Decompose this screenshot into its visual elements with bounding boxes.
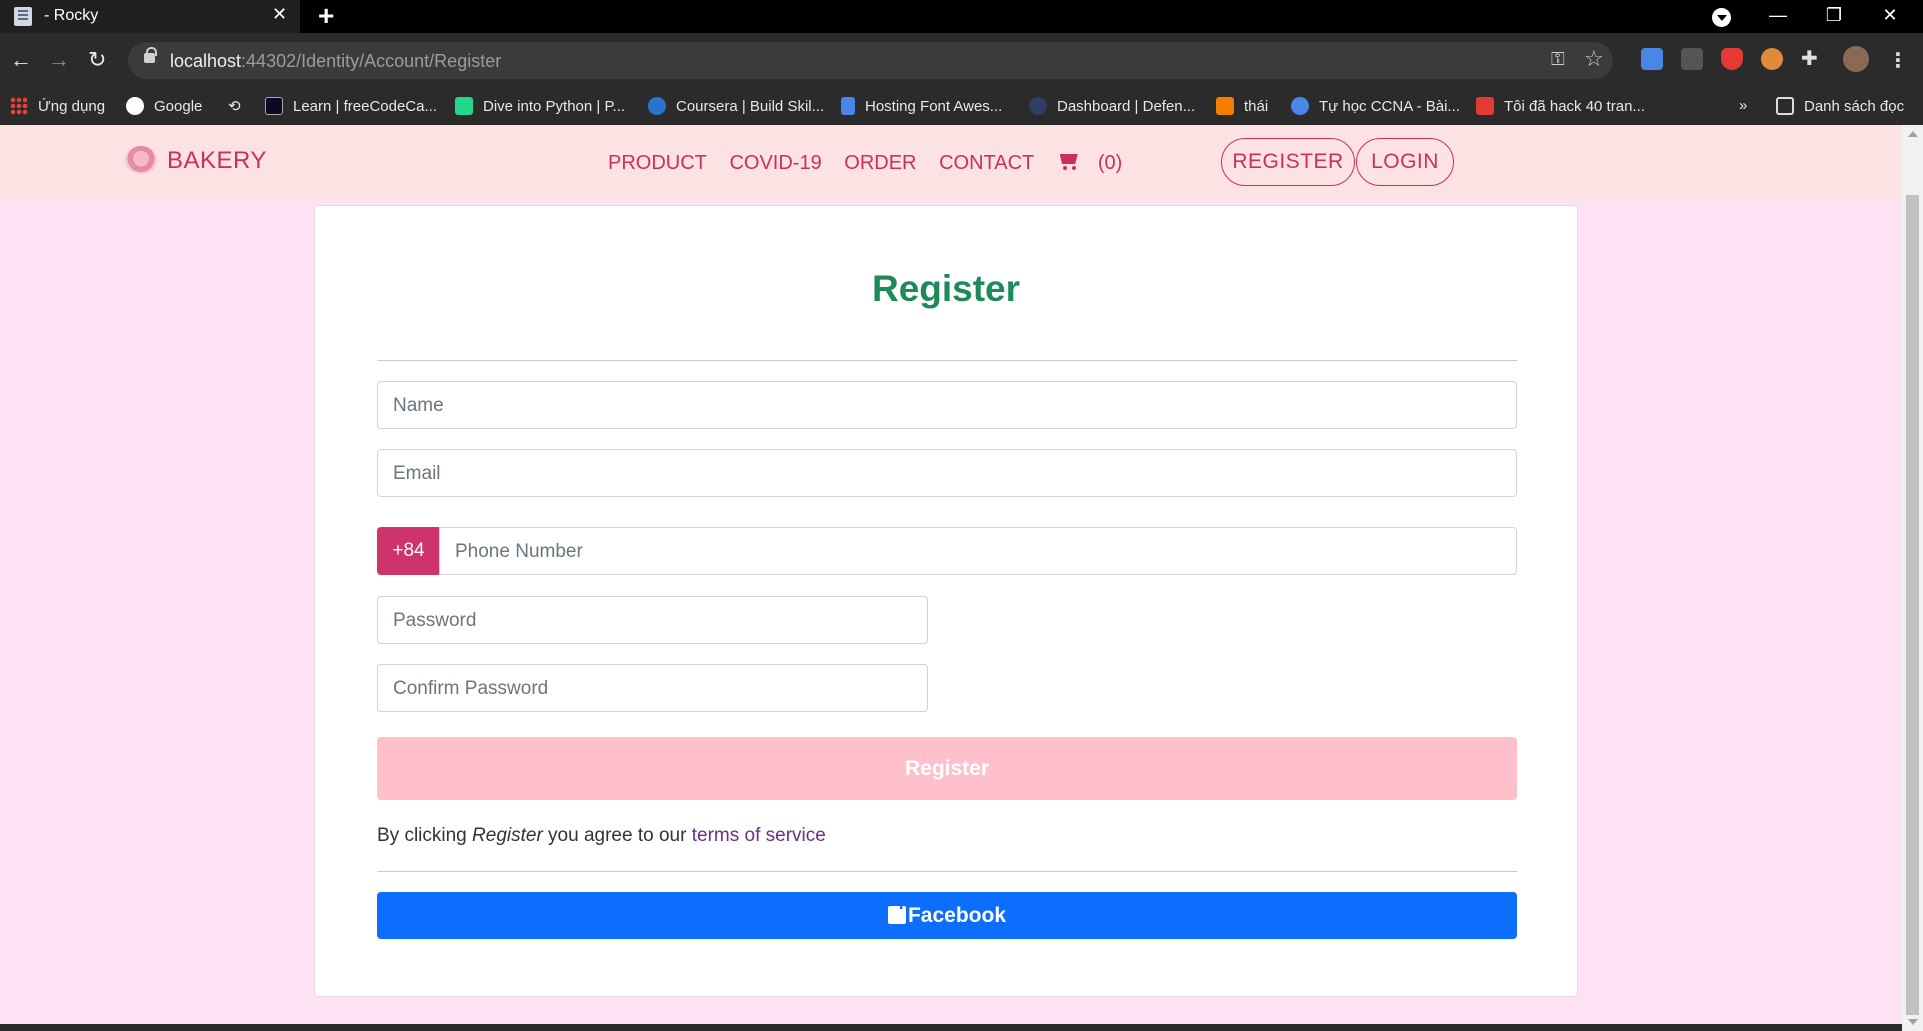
reading-list-icon (1776, 97, 1794, 115)
bookmark-google[interactable]: Google (126, 97, 202, 115)
bookmark-history[interactable]: ⟲ (228, 97, 241, 115)
bookmark-star-icon[interactable]: ☆ (1584, 46, 1604, 72)
back-icon[interactable]: ← (10, 47, 32, 73)
reload-icon[interactable]: ↻ (88, 47, 106, 73)
lock-icon[interactable] (144, 47, 157, 63)
coursera-icon (648, 97, 666, 115)
terms-notice: By clicking Register you agree to our te… (377, 825, 826, 846)
bookmark-freecodecamp[interactable]: Learn | freeCodeCa... (265, 97, 437, 115)
page-scrollbar[interactable] (1902, 125, 1923, 1031)
nav-contact[interactable]: CONTACT (939, 152, 1034, 174)
address-toolbar: ← → ↻ localhost:44302/Identity/Account/R… (0, 33, 1923, 88)
phone-prefix: +84 (377, 527, 440, 575)
nav-cart[interactable]: (0) (1057, 152, 1139, 174)
bookmark-dashboard[interactable]: Dashboard | Defen... (1029, 97, 1195, 115)
page-viewport: BAKERY PRODUCT COVID-19 ORDER CONTACT (0… (0, 125, 1902, 1031)
browser-tab-strip: - Rocky ✕ + — ❐ ✕ (0, 0, 1923, 33)
bookmark-thai[interactable]: thái (1216, 97, 1268, 115)
main-nav: PRODUCT COVID-19 ORDER CONTACT (0) (608, 151, 1156, 175)
bookmark-hack[interactable]: Tôi đã hack 40 tran... (1476, 97, 1645, 115)
bookmarks-bar: Ứng dụng Google ⟲ Learn | freeCodeCa... … (0, 88, 1923, 125)
apps-grid-icon (10, 97, 28, 115)
google-icon (126, 97, 144, 115)
t-icon (1476, 97, 1494, 115)
blogger-icon (1216, 97, 1234, 115)
restore-icon[interactable]: ❐ (1806, 0, 1862, 33)
nav-product[interactable]: PRODUCT (608, 152, 707, 174)
facebook-icon (887, 880, 906, 927)
password-key-icon[interactable]: ⚿ (1551, 49, 1565, 70)
divider (377, 360, 1517, 361)
new-tab-icon[interactable]: + (318, 0, 334, 32)
terms-of-service-link[interactable]: terms of service (692, 825, 826, 846)
divider (377, 871, 1517, 872)
facebook-login-button[interactable]: Facebook (377, 880, 1517, 939)
avatar[interactable] (1843, 46, 1869, 72)
nav-order[interactable]: ORDER (844, 152, 916, 174)
cart-icon (1057, 151, 1081, 171)
more-bookmarks-icon[interactable]: » (1739, 97, 1747, 114)
close-window-icon[interactable]: ✕ (1862, 0, 1918, 33)
cookie-extension-icon[interactable] (1761, 48, 1783, 70)
scroll-down-icon[interactable] (1908, 1019, 1918, 1025)
register-card: Register Name Email +84 Phone Number Pas… (314, 205, 1578, 997)
bookmark-apps[interactable]: Ứng dụng (10, 97, 105, 115)
search-globe-icon (1291, 97, 1309, 115)
google-translate-icon[interactable] (1641, 48, 1663, 70)
scrollbar-thumb[interactable] (1906, 195, 1919, 1015)
extension-icon[interactable] (1681, 48, 1703, 70)
bakery-logo-icon (125, 146, 157, 174)
minimize-icon[interactable]: — (1750, 0, 1806, 33)
login-nav-button[interactable]: LOGIN (1356, 138, 1454, 186)
bottom-edge (0, 1024, 1902, 1031)
site-navbar: BAKERY PRODUCT COVID-19 ORDER CONTACT (0… (0, 125, 1902, 200)
brand-link[interactable]: BAKERY (125, 146, 267, 175)
forward-icon[interactable]: → (48, 47, 70, 73)
phone-input[interactable]: Phone Number (439, 527, 1517, 575)
page-favicon-icon (14, 7, 32, 26)
cart-count: (0) (1097, 152, 1123, 174)
name-input[interactable]: Name (377, 381, 1517, 429)
flag-icon (841, 97, 855, 115)
register-nav-button[interactable]: REGISTER (1221, 138, 1355, 186)
nav-covid[interactable]: COVID-19 (729, 152, 821, 174)
pycharm-icon (455, 97, 473, 115)
confirm-password-input[interactable]: Confirm Password (377, 664, 928, 712)
tab-search-icon[interactable] (1712, 8, 1731, 27)
page-title: Register (871, 268, 1021, 309)
url-text: localhost:44302/Identity/Account/Registe… (170, 51, 502, 71)
bookmark-ccna[interactable]: Tự học CCNA - Bài... (1291, 97, 1460, 115)
tab-close-icon[interactable]: ✕ (272, 4, 287, 25)
reading-list[interactable]: Danh sách đọc (1776, 97, 1904, 115)
bookmark-dive-into-python[interactable]: Dive into Python | P... (455, 97, 625, 115)
scroll-up-icon[interactable] (1908, 131, 1918, 137)
browser-menu-icon[interactable]: ⋮ (1888, 48, 1908, 73)
browser-tab[interactable]: - Rocky ✕ (0, 0, 300, 33)
url-bar[interactable]: localhost:44302/Identity/Account/Registe… (128, 42, 1613, 79)
password-input[interactable]: Password (377, 596, 928, 644)
bookmark-font-awesome[interactable]: Hosting Font Awes... (841, 97, 1002, 115)
register-submit-button[interactable]: Register (377, 737, 1517, 800)
bookmark-coursera[interactable]: Coursera | Build Skil... (648, 97, 824, 115)
shield-extension-icon[interactable] (1721, 48, 1743, 70)
history-icon: ⟲ (228, 98, 241, 115)
dashboard-icon (1029, 97, 1047, 115)
email-input[interactable]: Email (377, 449, 1517, 497)
extensions-puzzle-icon[interactable]: ✚ (1801, 48, 1823, 70)
tab-title: - Rocky (44, 7, 99, 24)
freecodecamp-icon (265, 97, 283, 115)
